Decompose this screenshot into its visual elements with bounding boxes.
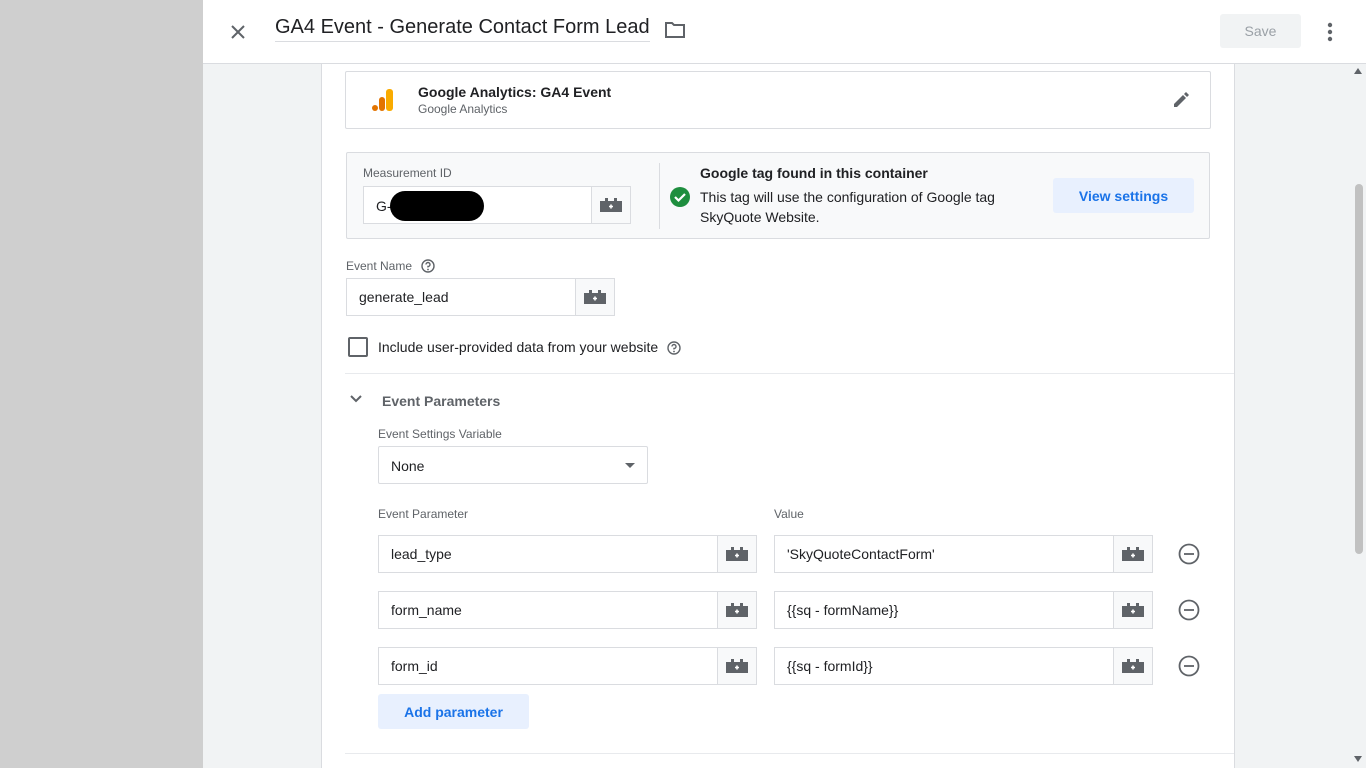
tag-type-provider: Google Analytics (418, 102, 508, 116)
tag-configuration-card: Google Analytics: GA4 Event Google Analy… (321, 64, 1235, 768)
parameter-name-input[interactable]: form_name (378, 591, 718, 629)
add-parameter-button[interactable]: Add parameter (378, 694, 529, 729)
edit-icon[interactable] (1171, 90, 1191, 110)
measurement-id-variable-button[interactable] (591, 186, 631, 224)
event-name-variable-button[interactable] (575, 278, 615, 316)
user-data-label: Include user-provided data from your web… (378, 339, 659, 355)
parameter-name-input[interactable]: form_id (378, 647, 718, 685)
variable-icon (1122, 603, 1144, 617)
event-settings-variable-label: Event Settings Variable (378, 427, 502, 441)
variable-icon (600, 198, 622, 212)
more-options-button[interactable] (1316, 18, 1344, 46)
scroll-up-arrow-icon[interactable] (1354, 68, 1362, 74)
panel-divider (659, 163, 660, 229)
variable-icon (1122, 547, 1144, 561)
parameter-name-variable-button[interactable] (717, 647, 757, 685)
variable-icon (584, 290, 606, 304)
google-tag-notice-text: This tag will use the configuration of G… (700, 189, 995, 225)
dropdown-arrow-icon (625, 463, 635, 468)
more-vert-icon (1327, 22, 1333, 42)
event-settings-variable-value: None (391, 458, 425, 474)
save-button[interactable]: Save (1220, 14, 1301, 48)
section-divider (345, 753, 1234, 754)
tag-type-selector[interactable]: Google Analytics: GA4 Event Google Analy… (345, 71, 1211, 129)
tag-editor-sheet: GA4 Event - Generate Contact Form Lead S… (203, 0, 1366, 768)
remove-row-icon[interactable] (1177, 598, 1201, 622)
tag-name-field[interactable]: GA4 Event - Generate Contact Form Lead (275, 16, 650, 42)
editor-header: GA4 Event - Generate Contact Form Lead S… (203, 0, 1366, 64)
section-divider (345, 373, 1234, 374)
parameter-value-input[interactable]: {{sq - formId}} (774, 647, 1114, 685)
measurement-id-label: Measurement ID (363, 166, 452, 180)
remove-row-icon[interactable] (1177, 654, 1201, 678)
variable-icon (726, 547, 748, 561)
parameter-value-input[interactable]: 'SkyQuoteContactForm' (774, 535, 1114, 573)
parameter-value-variable-button[interactable] (1113, 591, 1153, 629)
parameter-name-variable-button[interactable] (717, 535, 757, 573)
parameter-value-variable-button[interactable] (1113, 647, 1153, 685)
variable-icon (726, 659, 748, 673)
redaction-mark (390, 191, 484, 221)
google-analytics-icon (372, 89, 393, 111)
user-data-checkbox[interactable] (348, 337, 368, 357)
tag-type-name: Google Analytics: GA4 Event (418, 84, 612, 100)
page-title: GA4 Event - Generate Contact Form Lead (275, 16, 650, 38)
view-settings-button[interactable]: View settings (1053, 178, 1194, 213)
event-name-input[interactable]: generate_lead (346, 278, 576, 316)
google-tag-notice-title: Google tag found in this container (700, 165, 928, 181)
parameter-value-variable-button[interactable] (1113, 535, 1153, 573)
variable-icon (1122, 659, 1144, 673)
help-icon[interactable] (421, 259, 435, 273)
close-button[interactable] (223, 18, 253, 46)
scroll-down-arrow-icon[interactable] (1354, 756, 1362, 762)
scrollbar-thumb[interactable] (1355, 184, 1363, 554)
measurement-id-input[interactable]: G- (363, 186, 591, 224)
remove-row-icon[interactable] (1177, 542, 1201, 566)
event-name-label: Event Name (346, 259, 413, 273)
background-overlay (0, 0, 203, 768)
variable-icon (726, 603, 748, 617)
event-parameter-column-label: Event Parameter (378, 507, 469, 521)
event-settings-variable-select[interactable]: None (378, 446, 648, 484)
measurement-id-panel: Measurement ID G- Google tag found in th… (346, 152, 1210, 239)
vertical-scrollbar[interactable] (1351, 64, 1366, 768)
parameter-value-input[interactable]: {{sq - formName}} (774, 591, 1114, 629)
help-icon[interactable] (667, 341, 681, 355)
parameter-name-input[interactable]: lead_type (378, 535, 718, 573)
folder-icon (665, 22, 685, 38)
folder-button[interactable] (664, 20, 688, 44)
parameter-name-variable-button[interactable] (717, 591, 757, 629)
event-parameters-section-title[interactable]: Event Parameters (382, 393, 500, 409)
value-column-label: Value (774, 507, 804, 521)
close-icon (231, 25, 245, 39)
chevron-down-icon[interactable] (349, 392, 363, 406)
check-circle-icon (670, 187, 690, 207)
